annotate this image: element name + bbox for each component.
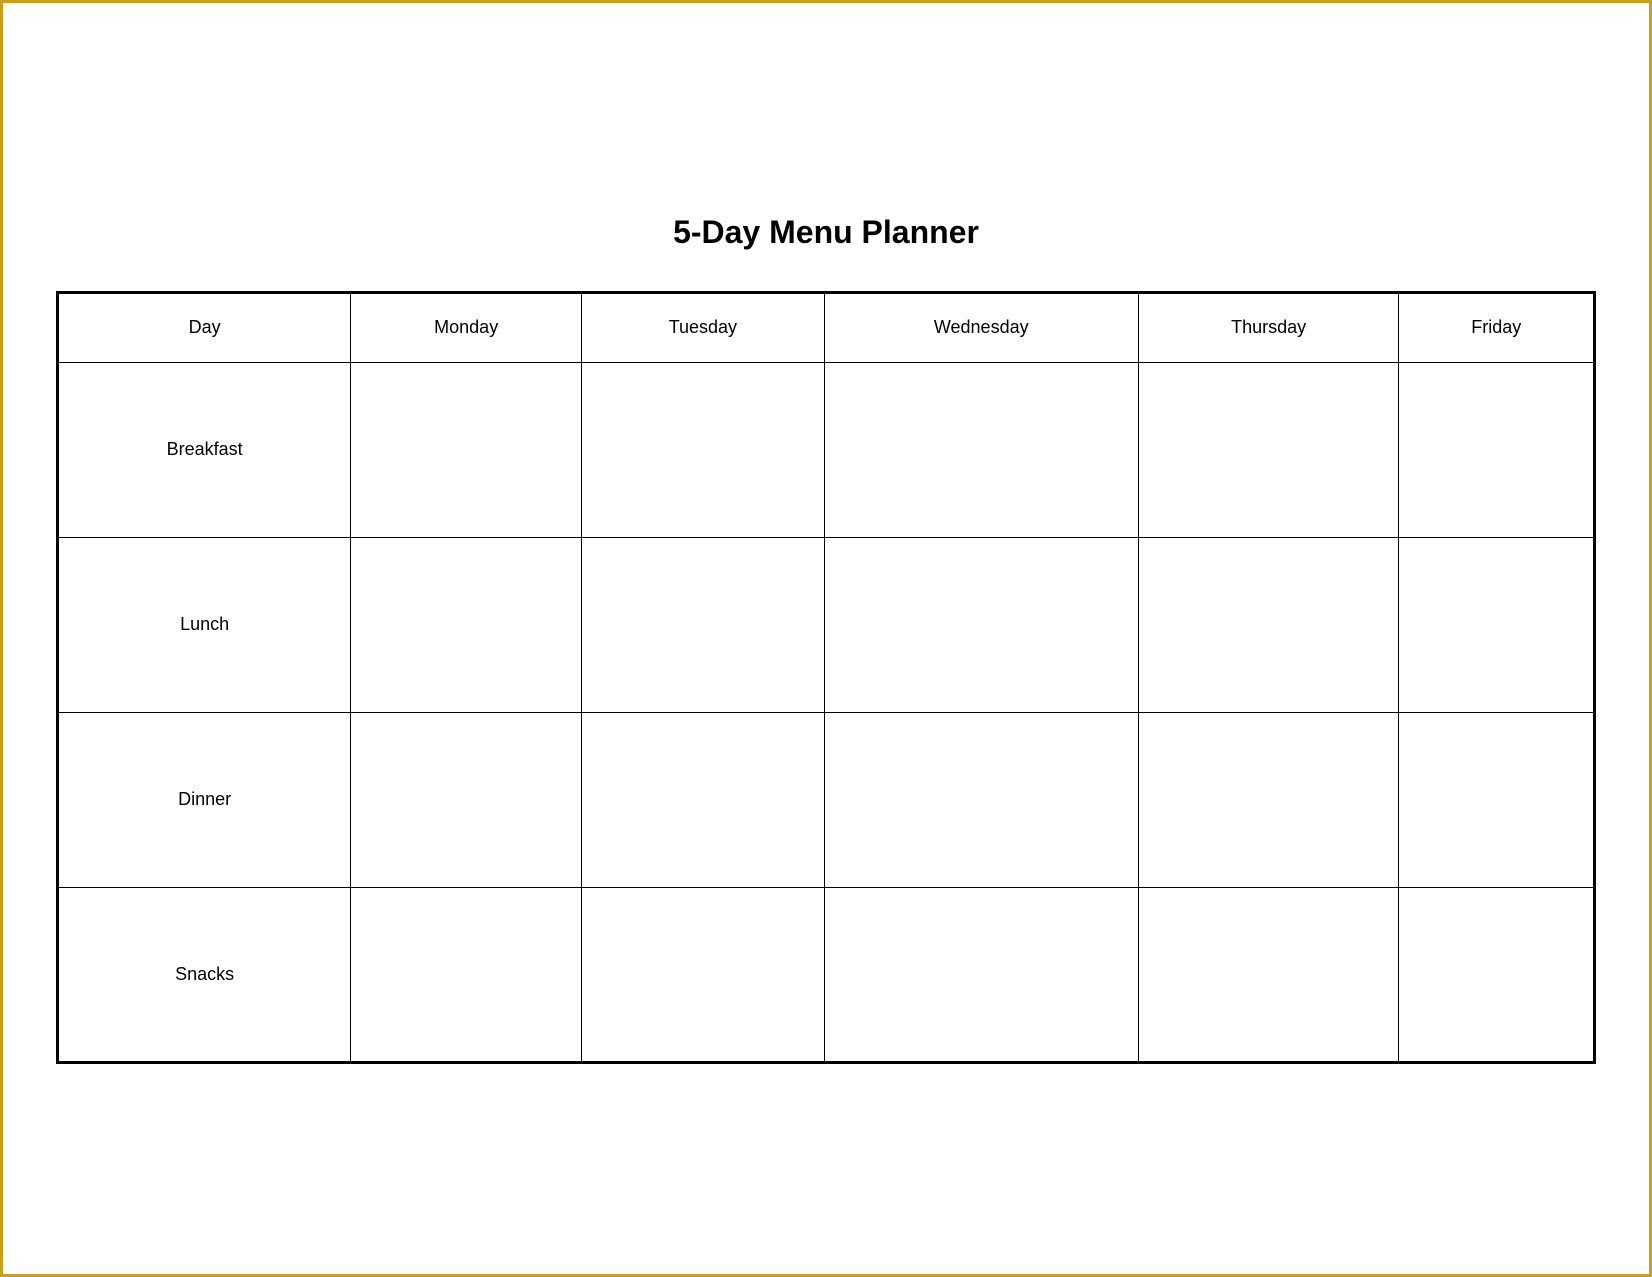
snacks-friday[interactable] [1399, 887, 1595, 1062]
col-header-friday: Friday [1399, 292, 1595, 362]
dinner-friday[interactable] [1399, 712, 1595, 887]
lunch-label: Lunch [58, 537, 351, 712]
lunch-monday[interactable] [351, 537, 582, 712]
breakfast-row: Breakfast [58, 362, 1595, 537]
dinner-monday[interactable] [351, 712, 582, 887]
snacks-tuesday[interactable] [582, 887, 825, 1062]
col-header-wednesday: Wednesday [824, 292, 1138, 362]
col-header-day: Day [58, 292, 351, 362]
snacks-label: Snacks [58, 887, 351, 1062]
lunch-tuesday[interactable] [582, 537, 825, 712]
dinner-wednesday[interactable] [824, 712, 1138, 887]
dinner-tuesday[interactable] [582, 712, 825, 887]
lunch-row: Lunch [58, 537, 1595, 712]
snacks-row: Snacks [58, 887, 1595, 1062]
lunch-wednesday[interactable] [824, 537, 1138, 712]
breakfast-thursday[interactable] [1138, 362, 1399, 537]
col-header-monday: Monday [351, 292, 582, 362]
snacks-wednesday[interactable] [824, 887, 1138, 1062]
lunch-thursday[interactable] [1138, 537, 1399, 712]
page-container: 5-Day Menu Planner Day Monday Tuesday We… [36, 184, 1616, 1094]
dinner-row: Dinner [58, 712, 1595, 887]
page-title: 5-Day Menu Planner [673, 214, 979, 251]
planner-table: Day Monday Tuesday Wednesday Thursday Fr… [56, 291, 1596, 1064]
lunch-friday[interactable] [1399, 537, 1595, 712]
breakfast-tuesday[interactable] [582, 362, 825, 537]
col-header-thursday: Thursday [1138, 292, 1399, 362]
col-header-tuesday: Tuesday [582, 292, 825, 362]
snacks-thursday[interactable] [1138, 887, 1399, 1062]
breakfast-monday[interactable] [351, 362, 582, 537]
dinner-thursday[interactable] [1138, 712, 1399, 887]
header-row: Day Monday Tuesday Wednesday Thursday Fr… [58, 292, 1595, 362]
breakfast-label: Breakfast [58, 362, 351, 537]
breakfast-wednesday[interactable] [824, 362, 1138, 537]
dinner-label: Dinner [58, 712, 351, 887]
breakfast-friday[interactable] [1399, 362, 1595, 537]
snacks-monday[interactable] [351, 887, 582, 1062]
